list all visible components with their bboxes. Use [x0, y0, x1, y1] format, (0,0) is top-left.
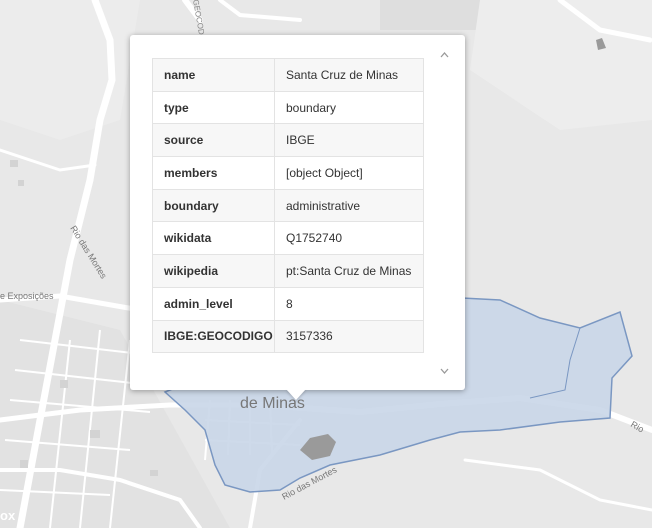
- chevron-down-icon[interactable]: [440, 367, 449, 377]
- table-row: type boundary: [152, 90, 424, 125]
- table-row: name Santa Cruz de Minas: [152, 58, 424, 92]
- property-key: admin_level: [152, 286, 275, 321]
- table-row: boundary administrative: [152, 188, 424, 223]
- property-value: administrative: [274, 188, 424, 223]
- property-key: IBGE:GEOCODIGO: [152, 319, 275, 354]
- property-key: boundary: [152, 188, 275, 223]
- popup-scrollbar[interactable]: [436, 47, 453, 381]
- property-value: IBGE: [274, 123, 424, 158]
- property-value: pt:Santa Cruz de Minas: [274, 254, 424, 288]
- map-attribution-fragment: ox: [0, 508, 16, 523]
- property-key: type: [152, 90, 275, 125]
- property-key: members: [152, 156, 275, 190]
- property-value: 3157336: [274, 319, 424, 354]
- table-row: wikipedia pt:Santa Cruz de Minas: [152, 254, 424, 288]
- table-row: wikidata Q1752740: [152, 221, 424, 256]
- property-value: boundary: [274, 90, 424, 125]
- table-row: admin_level 8: [152, 286, 424, 321]
- property-value: Q1752740: [274, 221, 424, 256]
- properties-table: name Santa Cruz de Minas type boundary s…: [152, 58, 424, 354]
- property-key: wikidata: [152, 221, 275, 256]
- road-label-exposicoes: e Exposições: [0, 291, 54, 301]
- table-row: source IBGE: [152, 123, 424, 158]
- property-value: [object Object]: [274, 156, 424, 190]
- property-value: Santa Cruz de Minas: [274, 58, 424, 92]
- property-key: source: [152, 123, 275, 158]
- table-row: IBGE:GEOCODIGO 3157336: [152, 319, 424, 354]
- popup-tip: [286, 389, 306, 400]
- property-key: wikipedia: [152, 254, 275, 288]
- table-row: members [object Object]: [152, 156, 424, 190]
- property-key: name: [152, 58, 275, 92]
- property-value: 8: [274, 286, 424, 321]
- popup-properties-scroll[interactable]: name Santa Cruz de Minas type boundary s…: [152, 58, 424, 362]
- chevron-up-icon[interactable]: [440, 51, 449, 61]
